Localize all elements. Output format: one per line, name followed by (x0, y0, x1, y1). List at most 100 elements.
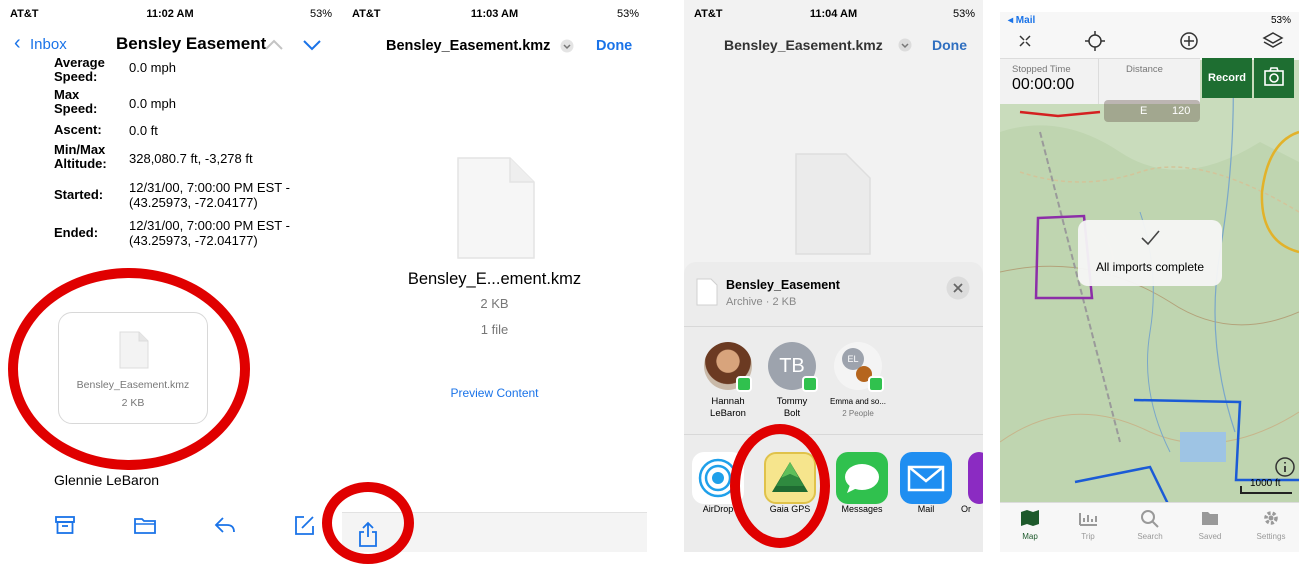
gaia-gps-app[interactable] (764, 452, 816, 504)
tab-trip[interactable]: Trip (1066, 508, 1110, 541)
record-button[interactable]: Record (1202, 58, 1252, 98)
expand-icon[interactable] (1014, 30, 1036, 52)
app-label: Or (961, 504, 971, 514)
share-file-name: Bensley_Easement (726, 278, 840, 292)
chevron-up-icon[interactable] (264, 38, 284, 52)
compose-icon[interactable] (292, 512, 318, 538)
attachment-size: 2 KB (121, 397, 145, 409)
folder-icon (1202, 512, 1218, 525)
detail-label: Started: (54, 187, 104, 202)
detail-label: Average Speed: (54, 55, 105, 84)
import-toast: All imports complete (1078, 220, 1222, 286)
status-time: 11:03 AM (470, 8, 519, 20)
close-icon[interactable] (946, 276, 970, 300)
search-icon (1141, 510, 1159, 528)
tab-map[interactable]: Map (1008, 508, 1052, 541)
detail-value: 328,080.7 ft, -3,278 ft (129, 151, 253, 166)
divider (684, 434, 983, 435)
tab-saved[interactable]: Saved (1188, 508, 1232, 541)
message-title: Bensley Easement (116, 34, 267, 53)
contact-name: Hannah (711, 396, 745, 407)
archive-icon[interactable] (52, 512, 78, 538)
divider (684, 326, 983, 327)
folder-icon[interactable] (132, 512, 158, 538)
tab-label: Settings (1256, 532, 1286, 541)
preview-title: Bensley_Easement.kmz (386, 38, 551, 54)
attachment-card[interactable]: Bensley_Easement.kmz 2 KB (58, 312, 208, 424)
contact-name: LeBaron (710, 408, 746, 419)
onenote-app[interactable] (968, 452, 983, 504)
chevron-down-icon[interactable] (302, 38, 322, 52)
app-label: AirDrop (702, 504, 734, 514)
toast-message: All imports complete (1095, 260, 1205, 274)
battery-label: 53% (952, 8, 975, 20)
back-chevron-icon[interactable]: ‹ (14, 32, 21, 55)
stopped-time-label: Stopped Time (1012, 64, 1071, 75)
chart-icon (1079, 513, 1097, 526)
done-button[interactable]: Done (932, 37, 967, 53)
bottom-toolbar (342, 512, 647, 552)
tab-label: Trip (1081, 532, 1095, 541)
camera-icon (1264, 67, 1284, 86)
layers-icon[interactable] (1262, 30, 1284, 52)
preview-content-link[interactable]: Preview Content (342, 386, 647, 400)
airdrop-app[interactable] (692, 452, 744, 504)
app-label: Gaia GPS (769, 504, 811, 514)
mail-screen: AT&T 11:02 AM 53% ‹ Inbox Bensley Easeme… (0, 0, 340, 564)
inbox-back-button[interactable]: Inbox (30, 36, 67, 53)
messages-app[interactable] (836, 452, 888, 504)
locate-icon[interactable] (1084, 30, 1106, 52)
map-icon (1021, 510, 1039, 526)
detail-value: 12/31/00, 7:00:00 PM EST - (43.25973, -7… (129, 180, 290, 210)
messages-icon (845, 464, 879, 493)
attachment-filename: Bensley_Easement.kmz (76, 379, 190, 391)
document-icon (119, 331, 149, 369)
sender-name: Glennie LeBaron (54, 472, 160, 488)
file-size: 2 KB (480, 296, 509, 311)
back-to-mail-link[interactable]: ◂ Mail (1008, 15, 1035, 26)
document-icon (696, 278, 718, 306)
share-file-meta: Archive · 2 KB (726, 296, 797, 308)
gaia-map-screen: ◂ Mail 53% Stopped Time 00:00:00 Distanc… (1000, 12, 1299, 552)
detail-label: Ended: (54, 225, 99, 240)
mail-icon (907, 465, 945, 492)
file-name: Bensley_E...ement.kmz (407, 270, 582, 288)
distance-label: Distance (1126, 64, 1163, 75)
gaia-gps-icon (772, 462, 808, 492)
compass-degrees: 120 (1172, 105, 1191, 117)
detail-value: 0.0 mph (129, 60, 176, 75)
contact-item-tommy[interactable]: Tommy Bolt (762, 342, 822, 420)
camera-button[interactable] (1254, 58, 1294, 98)
contact-name: Tommy (776, 396, 808, 407)
detail-value: 0.0 mph (129, 96, 176, 111)
mail-nav-bar: ‹ Inbox Bensley Easement (0, 28, 340, 60)
battery-label: 53% (1270, 15, 1291, 26)
add-icon[interactable] (1178, 30, 1200, 52)
contact-item-hannah[interactable]: Hannah LeBaron (698, 342, 758, 420)
mail-app[interactable] (900, 452, 952, 504)
divider (1098, 58, 1099, 104)
info-icon[interactable] (1274, 456, 1296, 478)
app-label: Messages (841, 504, 883, 514)
status-bar: AT&T 11:04 AM 53% (684, 0, 983, 24)
scale-label: 1000 ft (1250, 478, 1281, 489)
file-preview-screen: AT&T 11:03 AM 53% Bensley_Easement.kmz D… (342, 0, 647, 564)
title-chevron-icon[interactable] (560, 39, 574, 53)
title-chevron-icon[interactable] (898, 38, 912, 52)
tab-settings[interactable]: Settings (1248, 508, 1294, 541)
share-sheet-screen: AT&T 11:04 AM 53% Bensley_Easement.kmz D… (684, 0, 983, 552)
map-header (1000, 12, 1299, 60)
share-icon[interactable] (356, 520, 380, 548)
contact-item-group[interactable]: Emma and so... 2 People (828, 342, 888, 420)
reply-icon[interactable] (212, 512, 238, 538)
status-bar: AT&T 11:03 AM 53% (342, 0, 647, 24)
contact-name: Emma and so... (829, 397, 887, 406)
tab-label: Map (1022, 532, 1038, 541)
compass-direction: E (1140, 105, 1148, 117)
contact-subtitle: 2 People (842, 409, 874, 418)
checkmark-icon (1141, 230, 1160, 246)
tab-label: Search (1137, 532, 1163, 541)
detail-label: Max Speed: (54, 87, 98, 116)
tab-search[interactable]: Search (1128, 508, 1172, 541)
done-button[interactable]: Done (596, 38, 632, 54)
